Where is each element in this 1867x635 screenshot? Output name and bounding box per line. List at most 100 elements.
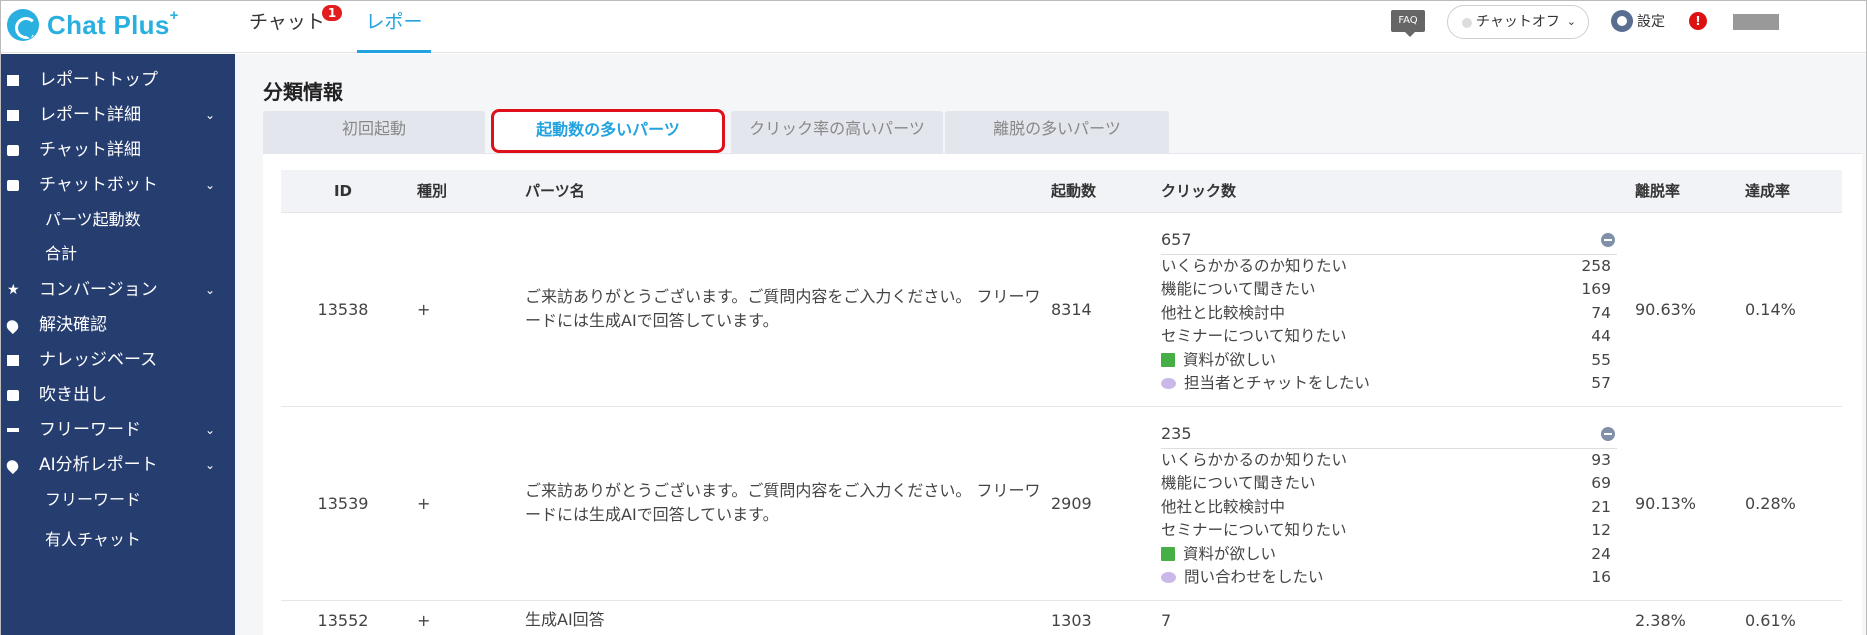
- faq-icon[interactable]: FAQ: [1391, 10, 1425, 37]
- sidebar-subitem-ai-freeword[interactable]: フリーワード: [45, 482, 141, 518]
- sidebar-subitem-total[interactable]: 合計: [45, 236, 77, 272]
- click-item-label: 他社と比較検討中: [1161, 497, 1286, 516]
- alert-icon[interactable]: !: [1689, 12, 1707, 30]
- click-item-value: 21: [1591, 497, 1611, 516]
- click-item: 機能について聞きたい 169: [1161, 278, 1611, 302]
- nav-tab-chat[interactable]: チャット 1: [249, 1, 342, 53]
- chatplus-logo-icon: [7, 9, 39, 41]
- click-item: 資料が欲しい 24: [1161, 543, 1611, 567]
- click-breakdown: 657 いくらかかるのか知りたい 258 機能について聞きたい 169 他社と比較検…: [1161, 223, 1617, 396]
- chat-status-dropdown[interactable]: チャットオフ ⌄: [1447, 5, 1589, 39]
- table-row: 13538 + ご来訪ありがとうございます。ご質問内容をご入力ください。 フリー…: [281, 211, 1842, 406]
- speech-bubble-icon: [1161, 378, 1176, 389]
- top-bar: Chat Plus+ チャット 1 レポート FAQ チャットオフ ⌄ 設定 !: [1, 1, 1866, 75]
- collapse-icon[interactable]: [1601, 232, 1615, 247]
- click-item-value: 44: [1591, 327, 1611, 345]
- collapse-icon[interactable]: [1601, 426, 1615, 441]
- chatplus-logo[interactable]: Chat Plus+: [7, 5, 179, 45]
- sidebar-item-chatbot[interactable]: チャットボット ⌄: [1, 167, 235, 203]
- main-content: 分類情報 初回起動 起動数の多いパーツ クリック率の高いパーツ 離脱の多いパーツ…: [235, 54, 1866, 635]
- sidebar-item-freeword[interactable]: フリーワード ⌄: [1, 412, 235, 448]
- click-item-value: 69: [1591, 474, 1611, 492]
- sidebar: レポートトップ レポート詳細 ⌄ チャット詳細 チャットボット ⌄ パーツ起動数…: [1, 54, 235, 635]
- tab-most-launched-parts[interactable]: 起動数の多いパーツ: [491, 109, 725, 153]
- chevron-down-icon: ⌄: [205, 423, 216, 437]
- book-icon: [1161, 546, 1175, 561]
- click-item-label: 問い合わせをしたい: [1184, 568, 1324, 586]
- column-header-type: 種別: [417, 182, 448, 201]
- click-item: 担当者とチャットをしたい 57: [1161, 372, 1611, 396]
- cell-name: ご来訪ありがとうございます。ご質問内容をご入力ください。 フリーワードには生成A…: [525, 405, 1051, 600]
- report-icon: [7, 110, 19, 121]
- click-item-label: いくらかかるのか知りたい: [1161, 256, 1348, 275]
- logo-plus: +: [169, 6, 179, 24]
- cell-launch: 8314: [1051, 211, 1161, 406]
- chevron-down-icon: ⌄: [1566, 15, 1576, 28]
- cell-type: +: [405, 599, 525, 635]
- cell-achieve: 0.61%: [1745, 599, 1842, 635]
- sidebar-item-label: チャットボット: [39, 175, 158, 195]
- cell-id: 13552: [281, 599, 405, 635]
- logo-text: Chat Plus: [47, 9, 170, 40]
- status-dot-icon: [1462, 18, 1472, 28]
- cell-launch: 2909: [1051, 405, 1161, 600]
- click-item: セミナーについて知りたい 44: [1161, 325, 1611, 349]
- sidebar-item-speech-bubble[interactable]: 吹き出し: [1, 377, 235, 413]
- click-item-value: 169: [1581, 280, 1611, 298]
- cell-achieve: 0.28%: [1745, 405, 1842, 600]
- click-item-value: 258: [1581, 256, 1611, 275]
- sidebar-item-report-top[interactable]: レポートトップ: [1, 62, 235, 98]
- settings-button[interactable]: 設定: [1611, 9, 1665, 33]
- click-item-value: 57: [1591, 374, 1611, 392]
- gear-icon: [1611, 10, 1633, 32]
- table-header-row: ID 種別 パーツ名 起動数 クリック数 離脱率 達成率: [281, 170, 1842, 212]
- sidebar-item-report-detail[interactable]: レポート詳細 ⌄: [1, 97, 235, 133]
- tab-first-launch[interactable]: 初回起動: [263, 111, 485, 153]
- sidebar-item-knowledge-base[interactable]: ナレッジベース: [1, 342, 235, 378]
- speech-bubble-icon: [1161, 572, 1176, 583]
- nav-tab-report[interactable]: レポート: [357, 1, 431, 75]
- click-item-value: 55: [1591, 350, 1611, 369]
- click-item-label: いくらかかるのか知りたい: [1161, 450, 1348, 469]
- speech-bubble-icon: [7, 390, 19, 401]
- chevron-down-icon: ⌄: [205, 178, 216, 192]
- cell-bounce: 2.38%: [1635, 599, 1745, 635]
- click-total-value: 235: [1161, 423, 1192, 443]
- cell-launch: 1303: [1051, 599, 1161, 635]
- sidebar-subitem-parts-launch[interactable]: パーツ起動数: [45, 202, 141, 238]
- sidebar-item-conversion[interactable]: ★ コンバージョン ⌄: [1, 272, 235, 308]
- click-item-label: 機能について聞きたい: [1161, 474, 1316, 492]
- sidebar-item-label: 吹き出し: [39, 385, 107, 405]
- sidebar-item-resolution[interactable]: 解決確認: [1, 307, 235, 343]
- sidebar-item-chat-detail[interactable]: チャット詳細: [1, 132, 235, 168]
- freeword-icon: [7, 428, 19, 432]
- lightbulb-icon: [4, 317, 21, 335]
- click-total-value: 657: [1161, 229, 1192, 249]
- cell-type: +: [405, 211, 525, 406]
- tab-high-bounce-parts[interactable]: 離脱の多いパーツ: [945, 111, 1169, 153]
- sidebar-item-ai-report[interactable]: AI分析レポート ⌄: [1, 447, 235, 483]
- dashboard-icon: [7, 75, 19, 86]
- click-item-value: 16: [1591, 568, 1611, 586]
- column-header-name: パーツ名: [525, 182, 585, 201]
- sidebar-item-label: ナレッジベース: [39, 350, 158, 370]
- tab-high-click-rate-parts[interactable]: クリック率の高いパーツ: [731, 111, 943, 153]
- column-header-click: クリック数: [1161, 182, 1237, 201]
- book-icon: [1161, 352, 1175, 367]
- cell-click: 7: [1161, 599, 1635, 635]
- column-header-achieve: 達成率: [1745, 182, 1791, 201]
- click-item-value: 24: [1591, 544, 1611, 563]
- book-icon: [7, 355, 19, 366]
- sidebar-item-label: AI分析レポート: [39, 455, 158, 475]
- click-item-label: 資料が欲しい: [1183, 350, 1277, 369]
- table-row: 13552 + 生成AI回答 1303 7 2.38% 0.61%: [281, 599, 1842, 635]
- notification-badge: 1: [322, 5, 342, 21]
- sidebar-item-label: レポートトップ: [39, 70, 158, 90]
- sidebar-subitem-human-chat[interactable]: 有人チャット: [45, 522, 141, 558]
- click-item: セミナーについて知りたい 12: [1161, 519, 1611, 543]
- click-item-value: 74: [1591, 303, 1611, 322]
- user-avatar[interactable]: [1733, 14, 1779, 30]
- column-header-id: ID: [333, 181, 353, 200]
- chat-icon: [7, 145, 19, 156]
- click-item: 機能について聞きたい 69: [1161, 472, 1611, 496]
